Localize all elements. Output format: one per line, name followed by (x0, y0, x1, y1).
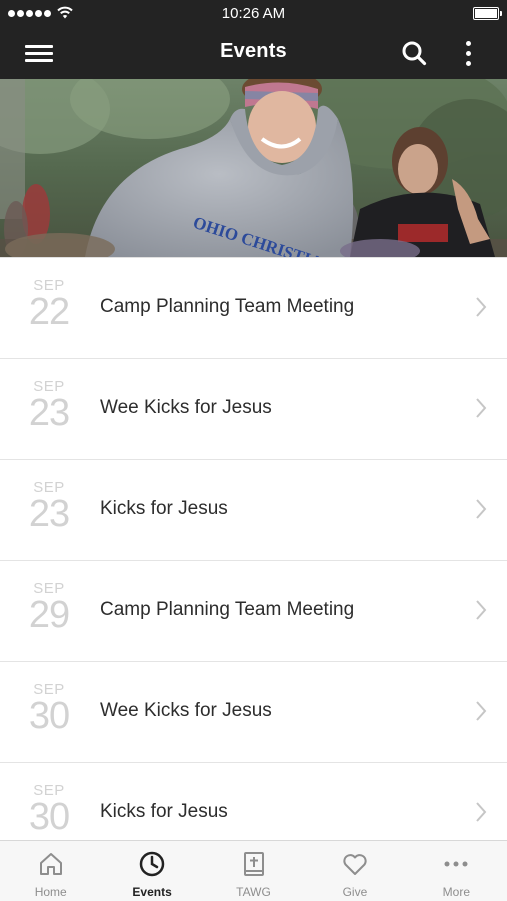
status-bar: 10:26 AM (0, 0, 507, 28)
nav-bar: Events (0, 28, 507, 79)
page-title: Events (220, 40, 287, 62)
tab-bar: Home Events TAWG Give More (0, 840, 507, 901)
tab-more[interactable]: More (406, 841, 507, 901)
event-row[interactable]: SEP 29 Camp Planning Team Meeting (0, 561, 507, 662)
bible-icon (243, 852, 264, 876)
chevron-right-icon (476, 297, 487, 317)
hero-photo: OHIO CHRISTIAN (0, 79, 507, 257)
status-time: 10:26 AM (221, 5, 286, 22)
battery-icon (473, 7, 502, 20)
event-day: 22 (28, 291, 70, 333)
chevron-right-icon (476, 398, 487, 418)
tab-label: Events (132, 885, 172, 899)
events-list: SEP 22 Camp Planning Team Meeting SEP 23… (0, 257, 507, 840)
event-day: 23 (28, 392, 70, 434)
event-title: Wee Kicks for Jesus (100, 397, 272, 418)
event-title: Wee Kicks for Jesus (100, 700, 272, 721)
more-options-button[interactable] (458, 40, 478, 68)
event-date: SEP 23 (22, 480, 76, 535)
event-row[interactable]: SEP 22 Camp Planning Team Meeting (0, 257, 507, 359)
event-title: Camp Planning Team Meeting (100, 599, 355, 620)
tab-label: Home (34, 885, 67, 899)
chevron-right-icon (476, 701, 487, 721)
event-row[interactable]: SEP 30 Wee Kicks for Jesus (0, 662, 507, 763)
top-bar: 10:26 AM Events (0, 0, 507, 79)
event-row[interactable]: SEP 23 Wee Kicks for Jesus (0, 359, 507, 460)
home-icon (39, 853, 62, 875)
tab-tawg[interactable]: TAWG (203, 841, 304, 901)
event-date: SEP 30 (22, 783, 76, 838)
search-icon[interactable] (401, 40, 427, 66)
event-day: 30 (28, 796, 70, 838)
ellipsis-icon (444, 861, 468, 867)
event-row[interactable]: SEP 30 Kicks for Jesus (0, 763, 507, 840)
tab-events[interactable]: Events (101, 841, 202, 901)
tab-label: Give (342, 885, 368, 899)
event-day: 30 (28, 695, 70, 737)
tab-label: TAWG (236, 885, 271, 899)
tab-label: More (442, 885, 470, 899)
heart-icon (343, 854, 367, 875)
event-title: Camp Planning Team Meeting (100, 296, 355, 317)
event-day: 29 (28, 594, 70, 636)
chevron-right-icon (476, 802, 487, 822)
clock-icon (139, 851, 165, 877)
chevron-right-icon (476, 600, 487, 620)
event-title: Kicks for Jesus (100, 498, 228, 519)
tab-give[interactable]: Give (304, 841, 405, 901)
event-date: SEP 30 (22, 682, 76, 737)
event-title: Kicks for Jesus (100, 801, 228, 822)
tab-home[interactable]: Home (0, 841, 101, 901)
chevron-right-icon (476, 499, 487, 519)
hero-image: OHIO CHRISTIAN (0, 79, 507, 257)
event-row[interactable]: SEP 23 Kicks for Jesus (0, 460, 507, 561)
event-day: 23 (28, 493, 70, 535)
event-date: SEP 22 (22, 278, 76, 333)
event-date: SEP 29 (22, 581, 76, 636)
event-date: SEP 23 (22, 379, 76, 434)
